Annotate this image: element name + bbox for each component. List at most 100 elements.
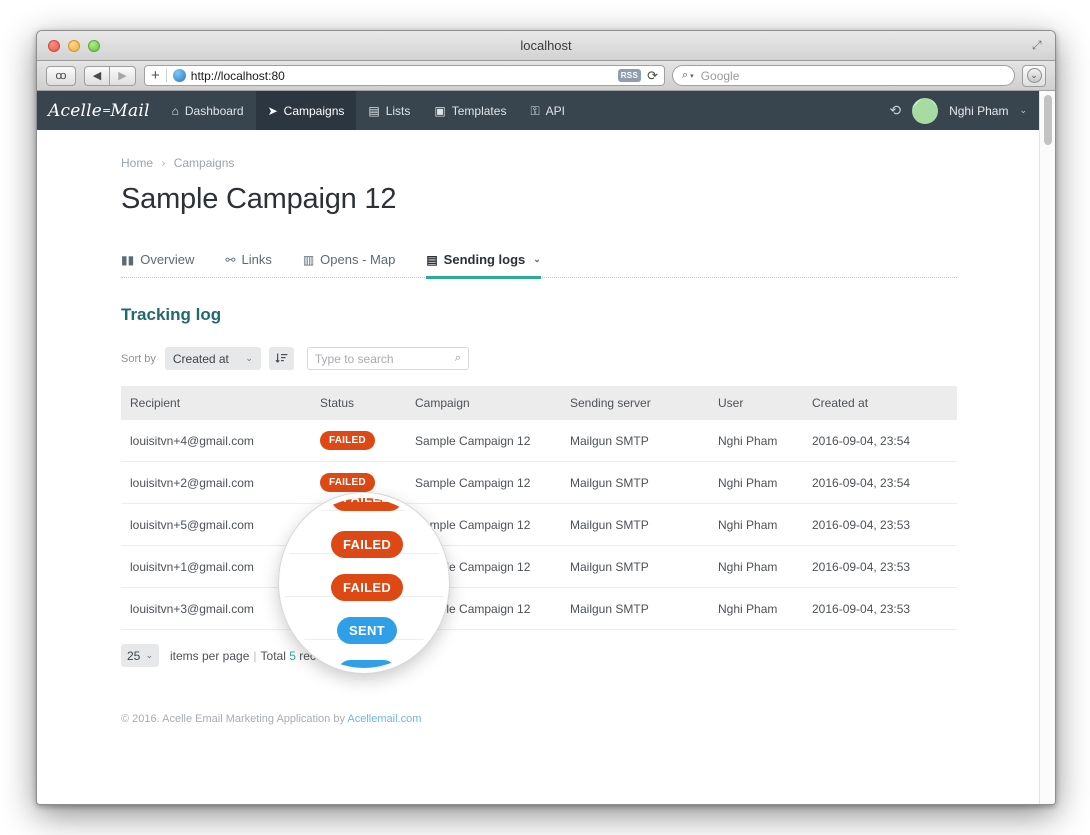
window-maximize-button[interactable] bbox=[88, 40, 100, 52]
sort-direction-icon[interactable] bbox=[268, 347, 294, 370]
magnifier-lens: FAILEDFAILEDFAILEDSENTSENT bbox=[279, 493, 449, 673]
nav-item-api-label: API bbox=[545, 103, 565, 118]
page-title: Sample Campaign 12 bbox=[121, 183, 397, 215]
home-icon: ⌂ bbox=[171, 103, 179, 118]
magnified-status-badge: FAILED bbox=[331, 574, 404, 601]
sort-by-select[interactable]: Created at ⌄ bbox=[164, 347, 261, 370]
reload-icon[interactable]: ⟳ bbox=[647, 68, 658, 84]
cell-user: Nghi Pham bbox=[709, 503, 803, 546]
cell-sending-server: Mailgun SMTP bbox=[561, 587, 709, 630]
cell-status: FAILED bbox=[311, 420, 406, 462]
back-button[interactable]: ◀ bbox=[84, 65, 110, 86]
cell-recipient: louisitvn+2@gmail.com bbox=[121, 461, 311, 504]
pagination-controls: 25 ⌄ items per page|Total 5 records bbox=[121, 644, 957, 667]
chevron-down-icon: ⌄ bbox=[245, 353, 253, 363]
chevron-down-icon[interactable]: ▾ bbox=[690, 72, 694, 80]
rss-badge[interactable]: RSS bbox=[617, 69, 642, 82]
cell-sending-server: Mailgun SMTP bbox=[561, 461, 709, 504]
search-placeholder: Type to search bbox=[314, 351, 394, 366]
brand-logo[interactable]: Acelle = Mail bbox=[37, 91, 160, 130]
table-row[interactable]: louisitvn+1@gmail.comSENTSample Campaign… bbox=[121, 545, 957, 588]
browser-search-placeholder: Google bbox=[700, 68, 740, 83]
sidebar-toggle-icon[interactable]: ꝏ bbox=[46, 65, 76, 86]
breadcrumb-current[interactable]: Campaigns bbox=[174, 156, 235, 170]
browser-search-field[interactable]: ⌕ ▾ Google bbox=[672, 65, 1015, 86]
status-badge: FAILED bbox=[320, 431, 375, 450]
search-input[interactable]: Type to search ⌕ bbox=[306, 347, 469, 370]
link-icon: ⚯ bbox=[225, 252, 236, 267]
url-text: http://localhost:80 bbox=[190, 68, 285, 83]
divider bbox=[165, 69, 167, 82]
forward-button[interactable]: ▶ bbox=[110, 65, 136, 86]
window-close-button[interactable] bbox=[48, 40, 60, 52]
table-row[interactable]: louisitvn+5@gmail.comFAILEDSample Campai… bbox=[121, 503, 957, 546]
cell-created-at: 2016-09-04, 23:54 bbox=[803, 461, 957, 504]
tab-opens-map-label: Opens - Map bbox=[320, 252, 396, 267]
breadcrumb-home[interactable]: Home bbox=[121, 156, 153, 170]
column-header-user[interactable]: User bbox=[709, 386, 803, 420]
breadcrumb-separator: › bbox=[161, 156, 166, 170]
brand-text-left: Acelle bbox=[48, 100, 102, 121]
nav-item-dashboard[interactable]: ⌂ Dashboard bbox=[160, 91, 256, 130]
tab-sending-logs-label: Sending logs bbox=[443, 252, 526, 267]
window-minimize-button[interactable] bbox=[68, 40, 80, 52]
nav-item-api[interactable]: ⚿ API bbox=[518, 91, 576, 130]
table-row[interactable]: louisitvn+4@gmail.com FAILED Sample Campai… bbox=[121, 420, 957, 462]
tab-links[interactable]: ⚯ Links bbox=[225, 252, 271, 279]
column-header-campaign[interactable]: Campaign bbox=[406, 386, 561, 420]
cell-user: Nghi Pham bbox=[709, 545, 803, 588]
table-row[interactable]: louisitvn+3@gmail.comSENTSample Campaign… bbox=[121, 587, 957, 630]
nav-item-templates-label: Templates bbox=[451, 103, 507, 118]
browser-window: localhost ⤢ ꝏ ◀ ▶ + http://localhost:80 … bbox=[36, 30, 1056, 805]
template-icon: ▣ bbox=[434, 103, 446, 118]
column-header-status[interactable]: Status bbox=[311, 386, 406, 420]
cell-user: Nghi Pham bbox=[709, 587, 803, 630]
cell-recipient: louisitvn+5@gmail.com bbox=[121, 503, 311, 546]
new-tab-icon[interactable]: + bbox=[151, 68, 160, 83]
chevron-down-icon[interactable]: ⌄ bbox=[533, 254, 541, 265]
magnified-status-badge: SENT bbox=[337, 617, 397, 644]
table-controls: Sort by Created at ⌄ Type to search ⌕ bbox=[121, 347, 957, 370]
cell-campaign: Sample Campaign 12 bbox=[406, 420, 561, 462]
tab-overview[interactable]: ▮▮ Overview bbox=[121, 252, 194, 279]
section-title: Tracking log bbox=[121, 305, 222, 324]
column-header-created-at[interactable]: Created at bbox=[803, 386, 957, 420]
nav-item-lists[interactable]: ▤ Lists bbox=[356, 91, 422, 130]
fullscreen-icon[interactable]: ⤢ bbox=[1032, 39, 1045, 52]
globe-icon bbox=[172, 69, 186, 82]
downloads-button[interactable]: ⌄ bbox=[1022, 64, 1046, 87]
download-icon: ⌄ bbox=[1026, 68, 1042, 83]
tab-opens-map[interactable]: ▥ Opens - Map bbox=[303, 252, 396, 279]
username-label[interactable]: Nghi Pham bbox=[949, 104, 1008, 118]
cell-user: Nghi Pham bbox=[709, 461, 803, 504]
cell-created-at: 2016-09-04, 23:53 bbox=[803, 587, 957, 630]
navbar-right-group: ⟲ Nghi Pham ⌄ bbox=[889, 91, 1041, 130]
chevron-down-icon[interactable]: ⌄ bbox=[1019, 105, 1027, 116]
avatar[interactable] bbox=[912, 97, 939, 124]
bar-chart-icon: ▮▮ bbox=[121, 252, 135, 267]
search-icon: ⌕ bbox=[682, 69, 689, 81]
page-scrollbar-thumb[interactable] bbox=[1044, 95, 1052, 145]
items-per-page-label: items per page bbox=[170, 648, 250, 663]
cell-campaign: Sample Campaign 12 bbox=[406, 461, 561, 504]
page-scrollbar[interactable] bbox=[1039, 91, 1055, 804]
pagination-pipe: | bbox=[253, 648, 257, 663]
table-header: Recipient Status Campaign Sending server… bbox=[121, 386, 957, 420]
breadcrumb: Home › Campaigns bbox=[121, 156, 957, 170]
tab-sending-logs[interactable]: ▤ Sending logs ⌄ bbox=[426, 252, 541, 279]
nav-item-campaigns[interactable]: ➤ Campaigns bbox=[255, 91, 357, 130]
items-per-page-value: 25 bbox=[127, 648, 141, 663]
history-icon[interactable]: ⟲ bbox=[889, 102, 901, 119]
nav-item-templates[interactable]: ▣ Templates bbox=[422, 91, 518, 130]
table-row[interactable]: louisitvn+2@gmail.com FAILED Sample Campai… bbox=[121, 461, 957, 504]
cell-user: Nghi Pham bbox=[709, 420, 803, 462]
cell-created-at: 2016-09-04, 23:53 bbox=[803, 503, 957, 546]
column-header-sending-server[interactable]: Sending server bbox=[561, 386, 709, 420]
address-bar[interactable]: + http://localhost:80 RSS ⟳ bbox=[144, 65, 665, 86]
items-per-page-select[interactable]: 25 ⌄ bbox=[121, 644, 159, 667]
map-icon: ▥ bbox=[302, 252, 315, 267]
campaign-tabs: ▮▮ Overview ⚯ Links ▥ Opens - Map ▤ Send… bbox=[121, 247, 957, 279]
footer-text: © 2016. Acelle Email Marketing Applicati… bbox=[121, 713, 348, 725]
footer-link[interactable]: Acellemail.com bbox=[347, 713, 421, 725]
column-header-recipient[interactable]: Recipient bbox=[121, 386, 311, 420]
